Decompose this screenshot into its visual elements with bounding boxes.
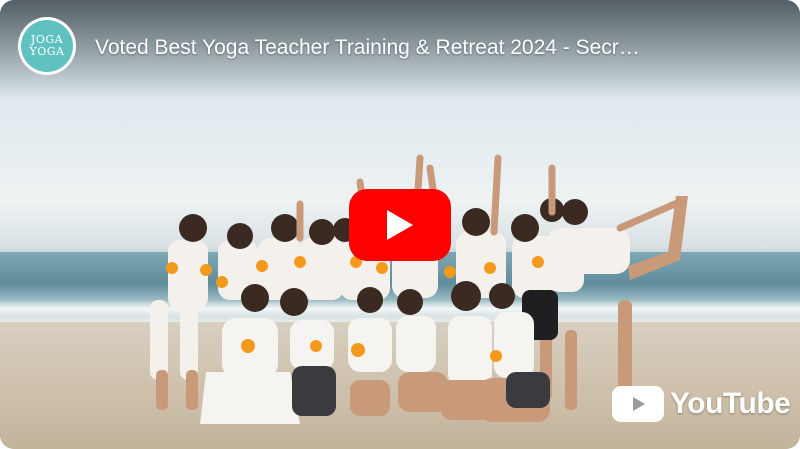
channel-logo-line-2: YOGA (29, 45, 65, 58)
youtube-wordmark: YouTube (670, 387, 791, 420)
channel-logo-badge: JOGA YOGA (21, 20, 73, 72)
play-button[interactable] (349, 189, 451, 261)
video-player[interactable]: JOGA YOGA Voted Best Yoga Teacher Traini… (0, 0, 800, 449)
play-icon (387, 210, 413, 240)
channel-logo[interactable]: JOGA YOGA (18, 17, 76, 75)
youtube-play-icon (612, 386, 664, 422)
youtube-logo-link[interactable]: YouTube (612, 386, 791, 422)
video-title[interactable]: Voted Best Yoga Teacher Training & Retre… (95, 36, 785, 60)
